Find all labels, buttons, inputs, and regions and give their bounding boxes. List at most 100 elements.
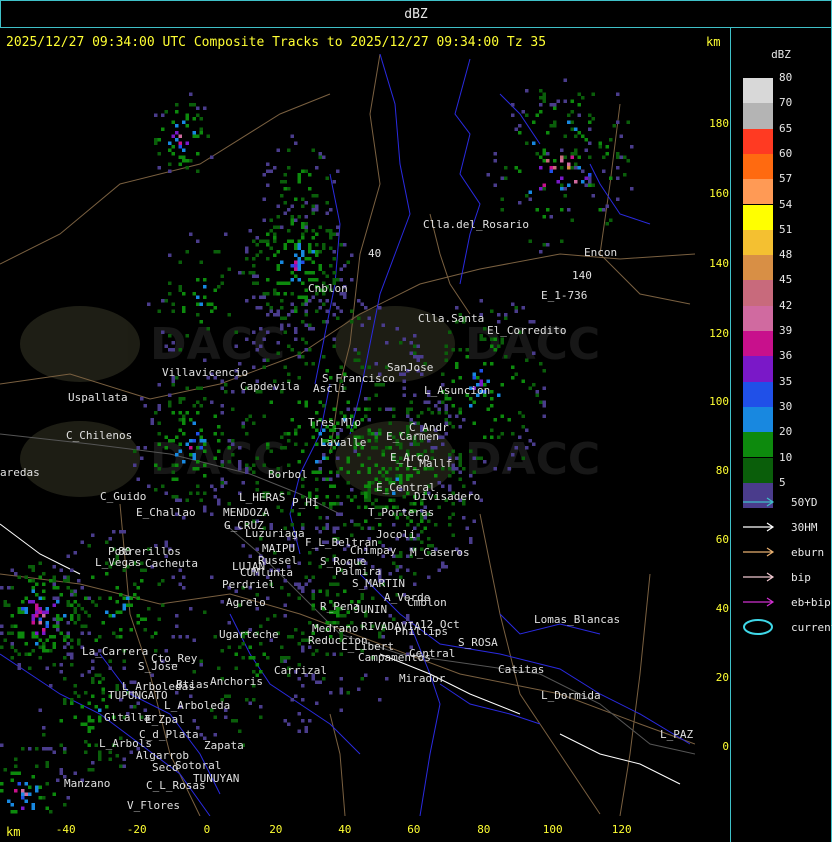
reflectivity-pixel <box>157 404 161 408</box>
reflectivity-pixel <box>175 614 179 618</box>
reflectivity-pixel <box>602 208 606 212</box>
reflectivity-pixel <box>353 348 357 352</box>
reflectivity-pixel <box>339 428 343 432</box>
reflectivity-pixel <box>280 327 284 331</box>
reflectivity-pixel <box>367 316 371 320</box>
reflectivity-pixel <box>514 446 518 450</box>
reflectivity-pixel <box>318 460 322 464</box>
reflectivity-pixel <box>406 554 410 558</box>
reflectivity-pixel <box>304 309 308 313</box>
reflectivity-pixel <box>560 187 564 191</box>
reflectivity-pixel <box>175 124 179 128</box>
reflectivity-pixel <box>518 124 522 128</box>
reflectivity-pixel <box>266 358 270 362</box>
place-label: Cmblon <box>407 596 447 609</box>
reflectivity-pixel <box>444 565 448 569</box>
reflectivity-pixel <box>549 215 553 219</box>
reflectivity-pixel <box>290 271 294 275</box>
reflectivity-pixel <box>577 155 581 159</box>
reflectivity-pixel <box>35 607 39 611</box>
reflectivity-pixel <box>294 260 298 264</box>
reflectivity-pixel <box>84 722 88 726</box>
reflectivity-pixel <box>500 197 504 201</box>
reflectivity-pixel <box>315 232 319 236</box>
reflectivity-pixel <box>140 568 144 572</box>
radar-map[interactable]: DACC DACC DACC DACC Clla.del_Rosario Enc… <box>0 54 695 816</box>
reflectivity-pixel <box>311 603 315 607</box>
reflectivity-pixel <box>227 645 231 649</box>
reflectivity-pixel <box>357 316 361 320</box>
reflectivity-pixel <box>178 162 182 166</box>
reflectivity-pixel <box>157 582 161 586</box>
reflectivity-pixel <box>528 439 532 443</box>
reflectivity-pixel <box>220 463 224 467</box>
place-label: L_Arboledas <box>122 680 195 693</box>
reflectivity-pixel <box>59 719 63 723</box>
reflectivity-pixel <box>119 628 123 632</box>
reflectivity-pixel <box>479 456 483 460</box>
reflectivity-pixel <box>542 187 546 191</box>
reflectivity-pixel <box>164 491 168 495</box>
legend-track-label: eb+bip <box>791 596 831 609</box>
reflectivity-pixel <box>472 481 476 485</box>
reflectivity-pixel <box>87 768 91 772</box>
reflectivity-pixel <box>434 404 438 408</box>
reflectivity-pixel <box>199 404 203 408</box>
reflectivity-pixel <box>224 390 228 394</box>
reflectivity-pixel <box>45 747 49 751</box>
legend-track-30hm: 30HM <box>741 521 831 535</box>
reflectivity-pixel <box>304 582 308 586</box>
reflectivity-pixel <box>591 92 595 96</box>
reflectivity-pixel <box>574 162 578 166</box>
reflectivity-pixel <box>63 638 67 642</box>
reflectivity-pixel <box>381 449 385 453</box>
reflectivity-pixel <box>3 603 7 607</box>
reflectivity-pixel <box>66 603 70 607</box>
reflectivity-pixel <box>38 610 42 614</box>
reflectivity-pixel <box>178 442 182 446</box>
reflectivity-pixel <box>52 575 56 579</box>
reflectivity-pixel <box>472 421 476 425</box>
reflectivity-pixel <box>553 103 557 107</box>
reflectivity-pixel <box>280 180 284 184</box>
reflectivity-pixel <box>346 460 350 464</box>
reflectivity-pixel <box>297 243 301 247</box>
reflectivity-pixel <box>591 194 595 198</box>
reflectivity-pixel <box>581 169 585 173</box>
reflectivity-pixel <box>364 505 368 509</box>
reflectivity-pixel <box>35 603 39 607</box>
reflectivity-pixel <box>262 173 266 177</box>
reflectivity-pixel <box>66 600 70 604</box>
reflectivity-pixel <box>91 761 95 765</box>
reflectivity-pixel <box>399 463 403 467</box>
reflectivity-pixel <box>168 400 172 404</box>
reflectivity-pixel <box>367 439 371 443</box>
reflectivity-pixel <box>21 792 25 796</box>
reflectivity-pixel <box>416 355 420 359</box>
reflectivity-pixel <box>493 348 497 352</box>
reflectivity-pixel <box>304 295 308 299</box>
reflectivity-pixel <box>290 509 294 513</box>
reflectivity-pixel <box>17 610 21 614</box>
reflectivity-pixel <box>315 460 319 464</box>
reflectivity-pixel <box>525 446 529 450</box>
reflectivity-pixel <box>259 306 263 310</box>
reflectivity-pixel <box>21 631 25 635</box>
reflectivity-pixel <box>490 397 494 401</box>
reflectivity-pixel <box>420 530 424 534</box>
reflectivity-pixel <box>472 400 476 404</box>
reflectivity-pixel <box>339 309 343 313</box>
reflectivity-pixel <box>38 796 42 800</box>
reflectivity-pixel <box>311 295 315 299</box>
reflectivity-pixel <box>528 190 532 194</box>
reflectivity-pixel <box>287 656 291 660</box>
reflectivity-pixel <box>357 358 361 362</box>
reflectivity-pixel <box>80 624 84 628</box>
reflectivity-pixel <box>315 166 319 170</box>
reflectivity-pixel <box>297 246 301 250</box>
reflectivity-pixel <box>388 407 392 411</box>
reflectivity-pixel <box>266 278 270 282</box>
reflectivity-pixel <box>437 481 441 485</box>
reflectivity-pixel <box>294 309 298 313</box>
reflectivity-pixel <box>532 442 536 446</box>
